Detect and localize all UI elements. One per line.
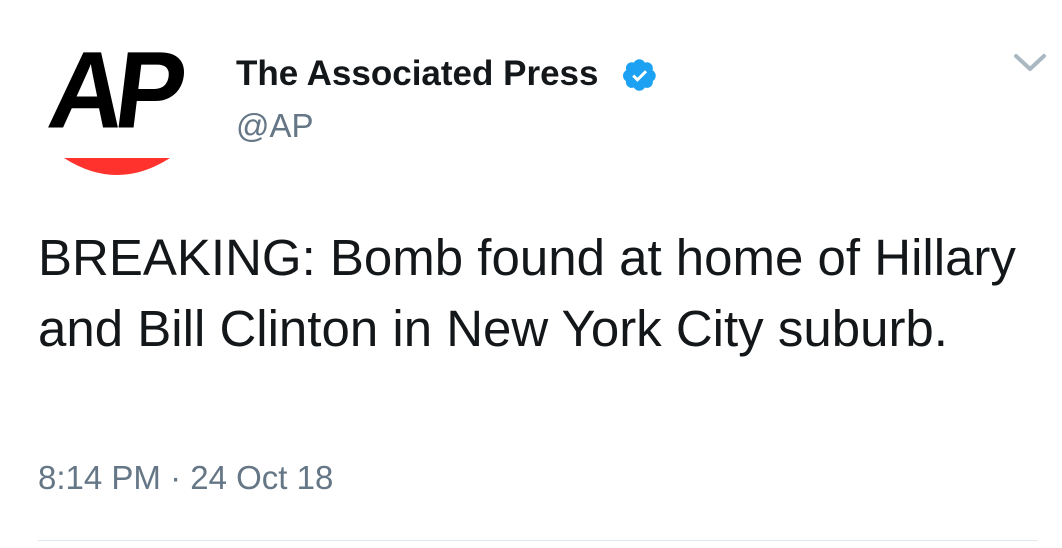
tweet-time: 8:14 PM xyxy=(38,459,161,496)
display-name[interactable]: The Associated Press xyxy=(236,52,598,96)
tweet-text: BREAKING: Bomb found at home of Hillary … xyxy=(38,229,1016,357)
tweet-card: AP The Associated Press @AP BREAKING: Bo… xyxy=(0,0,1062,548)
verified-badge-icon xyxy=(622,59,656,91)
tweet-date: 24 Oct 18 xyxy=(190,459,334,496)
logo-smile-icon xyxy=(64,158,170,175)
avatar[interactable]: AP xyxy=(40,30,200,186)
tweet-timestamp[interactable]: 8:14 PM · 24 Oct 18 xyxy=(38,456,333,500)
chevron-down-icon[interactable] xyxy=(1010,48,1050,76)
handle[interactable]: @AP xyxy=(236,106,314,146)
timestamp-separator: · xyxy=(170,459,182,496)
avatar-logo-text: AP xyxy=(42,29,185,152)
divider xyxy=(38,540,1038,541)
